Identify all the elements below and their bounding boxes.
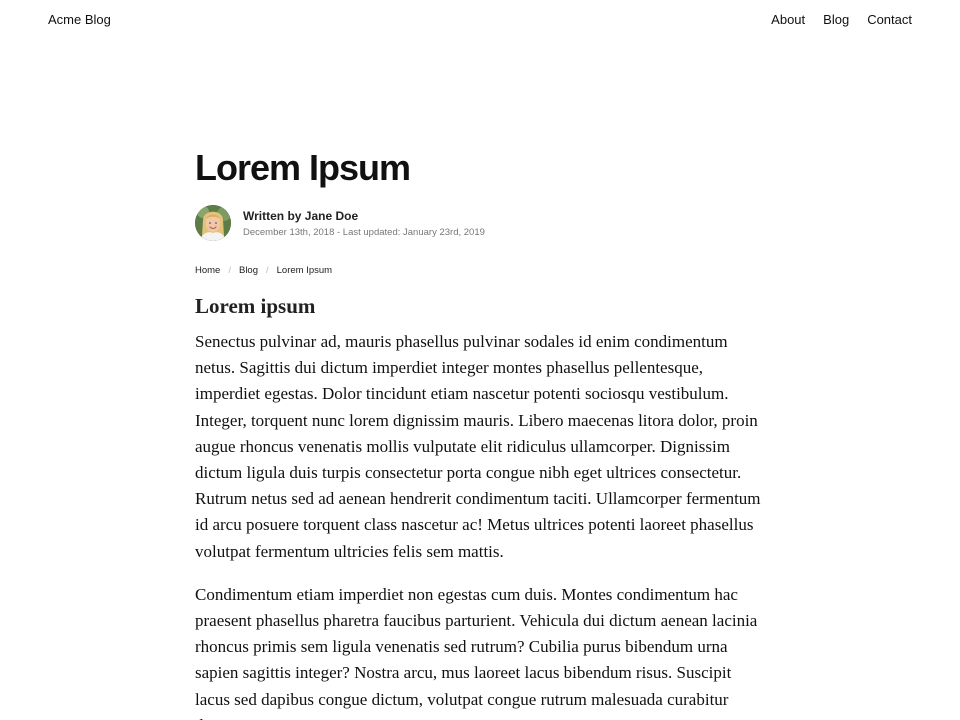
author-name: Written by Jane Doe	[243, 208, 359, 223]
main-navigation: About Blog Contact	[771, 12, 912, 28]
publish-dates: December 13th, 2018 - Last updated: Janu…	[243, 226, 485, 238]
nav-link-blog[interactable]: Blog	[823, 12, 849, 28]
page-title: Lorem Ipsum	[195, 147, 411, 188]
breadcrumb-blog[interactable]: Blog	[239, 265, 258, 277]
site-header: Acme Blog About Blog Contact	[0, 0, 960, 40]
breadcrumb-separator-icon: /	[266, 265, 269, 276]
byline-text: Written by Jane Doe December 13th, 2018 …	[243, 208, 485, 239]
section-heading: Lorem ipsum	[195, 294, 316, 318]
author-byline: Written by Jane Doe December 13th, 2018 …	[195, 205, 775, 241]
author-avatar	[195, 205, 231, 241]
article: Lorem Ipsum Written by Jane Doe December…	[195, 146, 775, 720]
article-paragraph-1: Senectus pulvinar ad, mauris phasellus p…	[195, 332, 761, 561]
breadcrumb: Home / Blog / Lorem Ipsum	[195, 265, 775, 277]
breadcrumb-separator-icon: /	[228, 265, 231, 276]
article-paragraph-2: Condimentum etiam imperdiet non egestas …	[195, 584, 758, 720]
nav-link-contact[interactable]: Contact	[867, 12, 912, 28]
breadcrumb-current: Lorem Ipsum	[276, 265, 333, 276]
site-brand-link[interactable]: Acme Blog	[48, 12, 111, 28]
breadcrumb-home[interactable]: Home	[195, 265, 220, 277]
nav-link-about[interactable]: About	[771, 12, 805, 28]
